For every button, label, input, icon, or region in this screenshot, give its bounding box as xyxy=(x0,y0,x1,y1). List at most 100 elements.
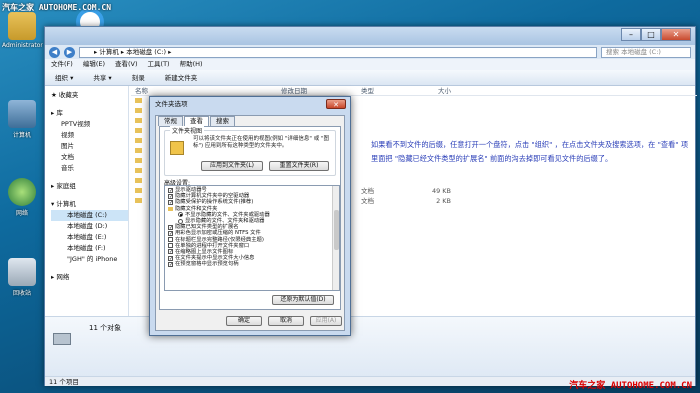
file-size-cell xyxy=(411,176,451,186)
checkbox[interactable]: ✓ xyxy=(168,193,173,199)
folder-icon xyxy=(135,128,142,133)
checkbox[interactable] xyxy=(168,243,173,249)
file-size-cell: 49 KB xyxy=(431,187,451,195)
dialog-close-button[interactable]: ✕ xyxy=(326,99,346,109)
close-button[interactable]: ✕ xyxy=(661,28,691,41)
computer-icon xyxy=(8,100,36,128)
folder-view-description: 可以将该文件夹正在使用的视图(例如 "详细信息" 或 "图标") 应用到所有这种… xyxy=(193,136,329,149)
advanced-settings-scrollbar[interactable] xyxy=(332,186,339,290)
restore-defaults-button[interactable]: 还原为默认值(D) xyxy=(272,295,334,305)
folder-icon xyxy=(168,206,173,211)
tab-view[interactable]: 查看 xyxy=(184,116,209,126)
nav-item-favorites[interactable]: ★ 收藏夹 xyxy=(51,90,128,101)
tab-general[interactable]: 常规 xyxy=(158,116,183,126)
checkbox[interactable]: ✓ xyxy=(168,261,173,267)
checkbox[interactable]: ✓ xyxy=(168,187,173,193)
share-button[interactable]: 共享 ▾ xyxy=(93,70,111,85)
folder-icon xyxy=(135,118,142,123)
file-size-cell xyxy=(411,96,451,106)
apply-to-folders-button[interactable]: 应用到文件夹(L) xyxy=(201,161,263,171)
nav-item-pictures[interactable]: 图片 xyxy=(51,141,128,152)
desktop-icon-computer[interactable]: 计算机 xyxy=(2,100,42,139)
checkbox[interactable]: ✓ xyxy=(168,199,173,205)
burn-button[interactable]: 刻录 xyxy=(132,70,145,85)
nav-item-videos[interactable]: 视频 xyxy=(51,130,128,141)
nav-item-music[interactable]: 音乐 xyxy=(51,163,128,174)
cancel-button[interactable]: 取消 xyxy=(268,316,304,326)
radio-button[interactable] xyxy=(178,212,183,218)
checkbox[interactable]: ✓ xyxy=(168,255,173,261)
menu-tools[interactable]: 工具(T) xyxy=(148,59,170,70)
watermark-top: 汽车之家 AUTOHOME.COM.CN xyxy=(2,3,112,12)
checkbox[interactable] xyxy=(168,237,173,243)
desktop-icon-label: Administrator xyxy=(2,42,43,49)
folder-icon xyxy=(135,168,142,173)
tab-search[interactable]: 搜索 xyxy=(210,116,235,126)
folder-icon xyxy=(135,178,142,183)
column-header-type[interactable]: 类型 xyxy=(361,86,411,95)
recycle-bin-icon xyxy=(8,258,36,286)
nav-item-network[interactable]: ▸ 网络 xyxy=(51,272,128,283)
forward-arrow-icon[interactable]: ▶ xyxy=(64,46,75,58)
nav-item-pptv[interactable]: PPTV视频 xyxy=(51,119,128,130)
checkbox[interactable]: ✓ xyxy=(168,224,173,230)
search-input[interactable]: 搜索 本地磁盘 (C:) xyxy=(601,46,691,58)
network-globe-icon xyxy=(8,178,36,206)
folder-icon xyxy=(135,188,142,193)
nav-item-drive-d[interactable]: 本地磁盘 (D:) xyxy=(51,221,128,232)
apply-button[interactable]: 应用(A) xyxy=(310,316,342,326)
checkbox[interactable]: ✓ xyxy=(168,230,173,236)
address-bar-row: ◀ ▶ ▸ 计算机 ▸ 本地磁盘 (C:) ▸ 搜索 本地磁盘 (C:) xyxy=(45,45,695,59)
advanced-settings-list: ✓ 显示驱动器号 ✓ 隐藏计算机文件夹中的空驱动器 ✓ 隐藏受保护的操作系统文件(推荐) 隐… xyxy=(164,185,340,291)
menu-help[interactable]: 帮助(H) xyxy=(180,59,203,70)
folder-options-dialog: 文件夹选项 ✕ 常规 查看 搜索 文件夹视图 可以将该文件夹正在使用的视图(例如… xyxy=(149,96,351,336)
back-arrow-icon[interactable]: ◀ xyxy=(49,46,60,58)
user-folder-icon xyxy=(8,12,36,40)
nav-item-drive-e[interactable]: 本地磁盘 (E:) xyxy=(51,232,128,243)
nav-item-drive-c[interactable]: 本地磁盘 (C:) xyxy=(51,210,128,221)
radio-button[interactable] xyxy=(178,218,183,224)
file-type-cell: 文档 xyxy=(361,197,374,205)
window-controls: – □ ✕ xyxy=(621,28,691,41)
folder-icon xyxy=(135,98,142,103)
nav-item-iphone[interactable]: "JGH" 的 iPhone xyxy=(51,254,128,265)
nav-item-libraries[interactable]: ▸ 库 xyxy=(51,108,128,119)
instruction-annotation: 如果看不到文件的后缀，任意打开一个盘符，点击 "组织" ，在点击文件夹及搜索选项… xyxy=(371,140,689,163)
nav-item-documents[interactable]: 文档 xyxy=(51,152,128,163)
file-type-cell xyxy=(361,126,411,136)
desktop-icon-label: 计算机 xyxy=(12,132,31,139)
nav-item-homegroup[interactable]: ▸ 家庭组 xyxy=(51,181,128,192)
drive-icon xyxy=(53,333,71,345)
menu-edit[interactable]: 编辑(E) xyxy=(83,59,105,70)
column-header-size[interactable]: 大小 xyxy=(411,86,451,95)
reset-folders-button[interactable]: 重置文件夹(R) xyxy=(269,161,329,171)
file-type-cell xyxy=(361,116,411,126)
advanced-option[interactable]: ✓ 在预览窗格中显示预览句柄 xyxy=(168,261,331,267)
desktop-icon-network[interactable]: 网络 xyxy=(2,178,42,217)
file-size-cell xyxy=(411,106,451,116)
dialog-body: 常规 查看 搜索 文件夹视图 可以将该文件夹正在使用的视图(例如 "详细信息" … xyxy=(155,115,345,331)
column-header-date[interactable]: 修改日期 xyxy=(281,86,361,95)
maximize-button[interactable]: □ xyxy=(641,28,661,41)
desktop-icon-administrator[interactable]: Administrator xyxy=(2,12,43,49)
checkbox[interactable]: ✓ xyxy=(168,249,173,255)
nav-item-computer[interactable]: ▾ 计算机 xyxy=(51,199,128,210)
column-header-name[interactable]: 名称 xyxy=(131,86,281,95)
minimize-button[interactable]: – xyxy=(621,28,641,41)
desktop-icon-recycle-bin[interactable]: 回收站 xyxy=(2,258,42,297)
desktop-icon-label: 回收站 xyxy=(12,290,31,297)
scrollbar-thumb[interactable] xyxy=(334,210,339,250)
watermark-bottom: 汽车之家 AUTOHOME.COM.CN xyxy=(569,381,692,391)
organize-button[interactable]: 组织 ▾ xyxy=(55,70,73,85)
menu-view[interactable]: 查看(V) xyxy=(115,59,138,70)
nav-item-drive-f[interactable]: 本地磁盘 (F:) xyxy=(51,243,128,254)
file-size-cell xyxy=(411,116,451,126)
breadcrumb[interactable]: ▸ 计算机 ▸ 本地磁盘 (C:) ▸ xyxy=(79,46,597,58)
dialog-title-text: 文件夹选项 xyxy=(155,100,188,108)
object-count: 11 个对象 xyxy=(89,324,122,332)
file-size-cell xyxy=(411,126,451,136)
new-folder-button[interactable]: 新建文件夹 xyxy=(165,70,198,85)
menu-file[interactable]: 文件(F) xyxy=(51,59,73,70)
ok-button[interactable]: 确定 xyxy=(226,316,262,326)
file-type-cell xyxy=(361,176,411,186)
